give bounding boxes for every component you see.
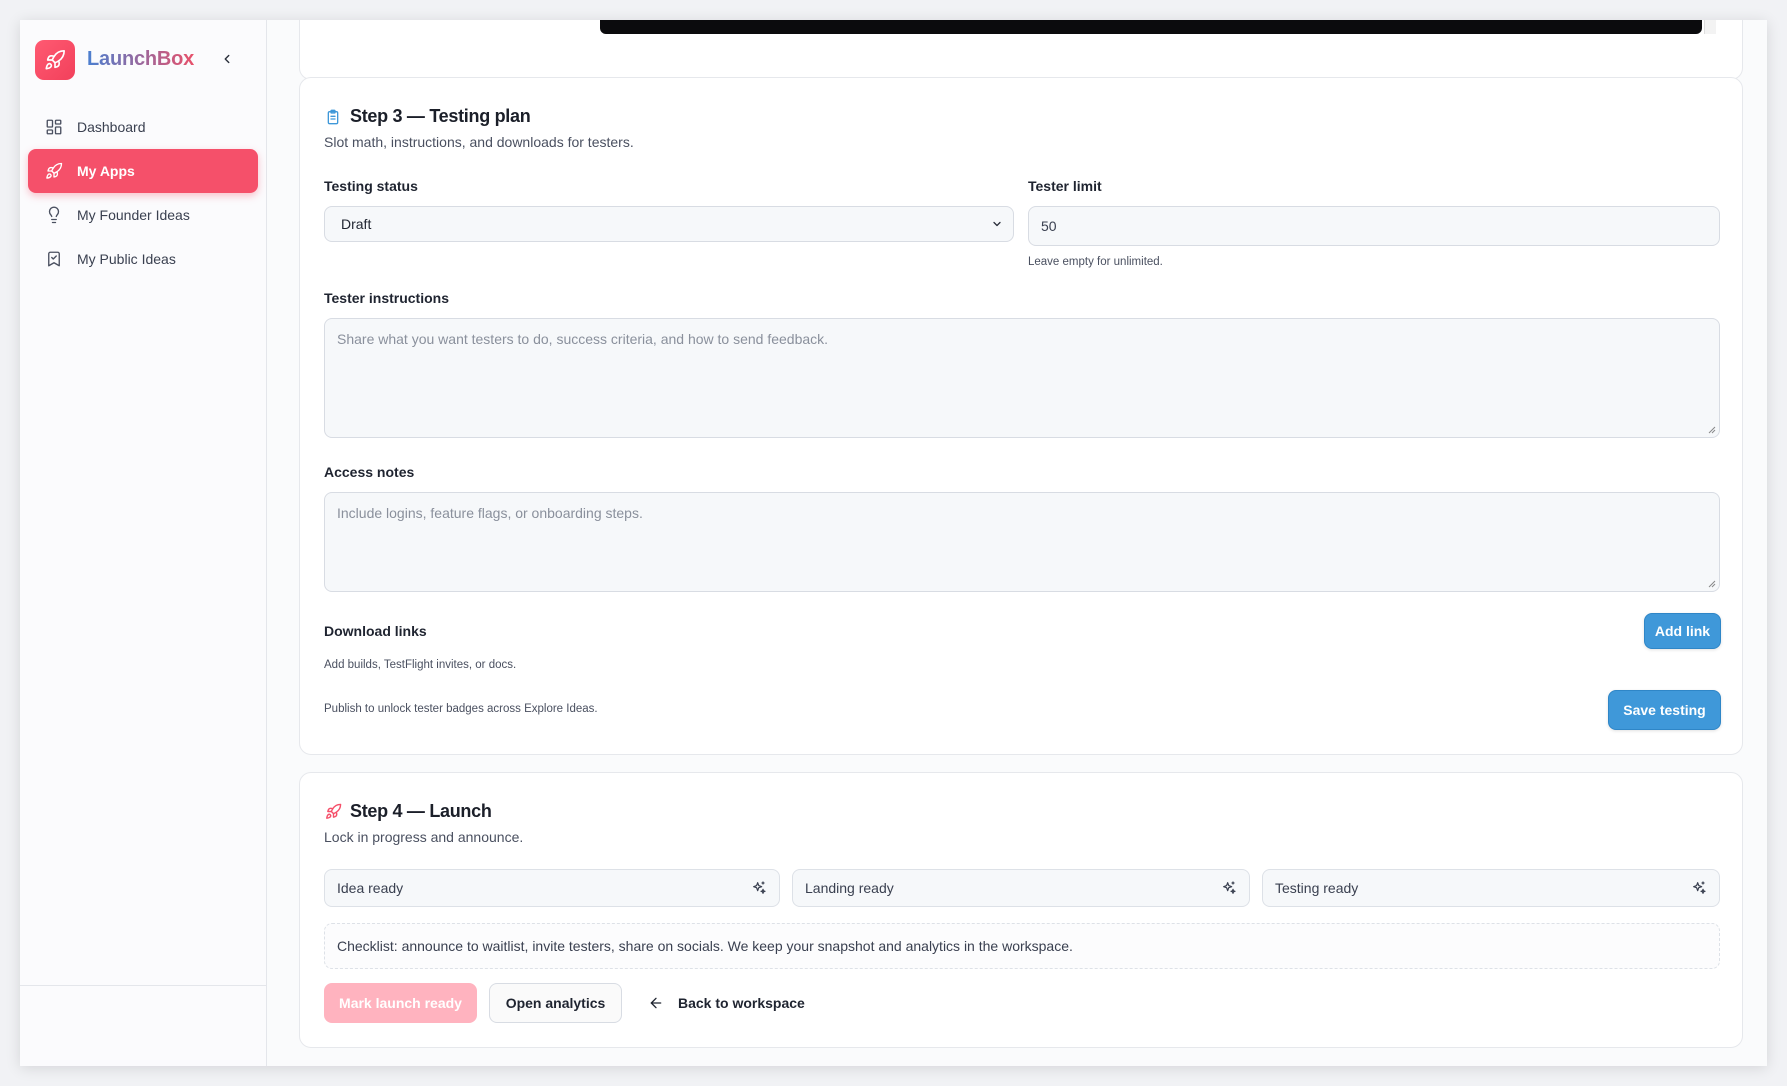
download-links-label: Download links xyxy=(324,623,427,639)
chevron-left-icon xyxy=(224,54,230,64)
sidebar-nav: Dashboard My Apps My Founder Ideas My Pu… xyxy=(20,105,266,281)
tester-limit-label: Tester limit xyxy=(1028,178,1102,194)
testing-status-select[interactable]: Draft xyxy=(324,206,1014,242)
lightbulb-icon xyxy=(44,205,64,225)
previous-step-card xyxy=(299,20,1743,80)
main-content: Step 3 — Testing plan Slot math, instruc… xyxy=(267,20,1767,1066)
access-notes-label: Access notes xyxy=(324,464,415,480)
brand-logo-icon xyxy=(35,39,75,80)
collapse-sidebar-button[interactable] xyxy=(216,48,238,70)
sidebar-item-my-founder-ideas[interactable]: My Founder Ideas xyxy=(28,193,258,237)
step-3-card: Step 3 — Testing plan Slot math, instruc… xyxy=(299,77,1743,755)
sidebar-item-label: My Apps xyxy=(77,163,135,179)
sidebar-item-my-apps[interactable]: My Apps xyxy=(28,149,258,193)
idea-ready-status: Idea ready xyxy=(324,869,780,907)
tester-instructions-label: Tester instructions xyxy=(324,290,449,306)
sidebar-item-label: My Founder Ideas xyxy=(77,207,190,223)
grid-icon xyxy=(44,117,64,137)
rocket-icon xyxy=(324,803,342,821)
access-notes-textarea[interactable]: Include logins, feature flags, or onboar… xyxy=(324,492,1720,592)
sparkles-icon xyxy=(1223,881,1236,894)
step-4-subtitle: Lock in progress and announce. xyxy=(324,829,524,845)
sidebar: LaunchBox Dashboard My Apps My Founder I… xyxy=(20,20,267,1066)
sidebar-item-dashboard[interactable]: Dashboard xyxy=(28,105,258,149)
preview-frame xyxy=(600,20,1702,34)
mark-launch-ready-button[interactable]: Mark launch ready xyxy=(324,983,477,1023)
sparkles-icon xyxy=(1693,881,1706,894)
sidebar-item-my-public-ideas[interactable]: My Public Ideas xyxy=(28,237,258,281)
chevron-down-icon xyxy=(993,221,1001,227)
rocket-icon xyxy=(44,161,64,181)
bookmark-check-icon xyxy=(44,249,64,269)
landing-ready-status: Landing ready xyxy=(792,869,1250,907)
back-to-workspace-button[interactable]: Back to workspace xyxy=(636,983,805,1023)
tester-limit-input[interactable]: 50 xyxy=(1028,206,1720,246)
launch-checklist: Checklist: announce to waitlist, invite … xyxy=(324,923,1720,969)
step-4-card: Step 4 — Launch Lock in progress and ann… xyxy=(299,772,1743,1048)
download-links-hint: Add builds, TestFlight invites, or docs. xyxy=(324,659,517,671)
sidebar-item-label: Dashboard xyxy=(77,119,146,135)
clipboard-icon xyxy=(324,108,342,126)
sparkles-icon xyxy=(753,881,766,894)
preview-scrollbar[interactable] xyxy=(1704,20,1716,34)
sidebar-item-label: My Public Ideas xyxy=(77,251,176,267)
testing-ready-status: Testing ready xyxy=(1262,869,1720,907)
sidebar-footer xyxy=(20,985,266,986)
testing-status-label: Testing status xyxy=(324,178,418,194)
save-testing-button[interactable]: Save testing xyxy=(1608,690,1721,730)
brand-name: LaunchBox xyxy=(87,48,195,70)
tester-limit-hint: Leave empty for unlimited. xyxy=(1028,256,1163,268)
publish-hint: Publish to unlock tester badges across E… xyxy=(324,703,598,715)
step-3-subtitle: Slot math, instructions, and downloads f… xyxy=(324,134,634,150)
resize-handle-icon[interactable] xyxy=(1708,580,1716,588)
resize-handle-icon[interactable] xyxy=(1708,426,1716,434)
app-window: LaunchBox Dashboard My Apps My Founder I… xyxy=(20,20,1767,1066)
add-link-button[interactable]: Add link xyxy=(1644,613,1721,649)
tester-instructions-textarea[interactable]: Share what you want testers to do, succe… xyxy=(324,318,1720,438)
step-3-title: Step 3 — Testing plan xyxy=(324,106,1718,127)
arrow-left-icon xyxy=(650,997,662,1009)
open-analytics-button[interactable]: Open analytics xyxy=(489,983,622,1023)
step-4-title: Step 4 — Launch xyxy=(324,801,1718,822)
